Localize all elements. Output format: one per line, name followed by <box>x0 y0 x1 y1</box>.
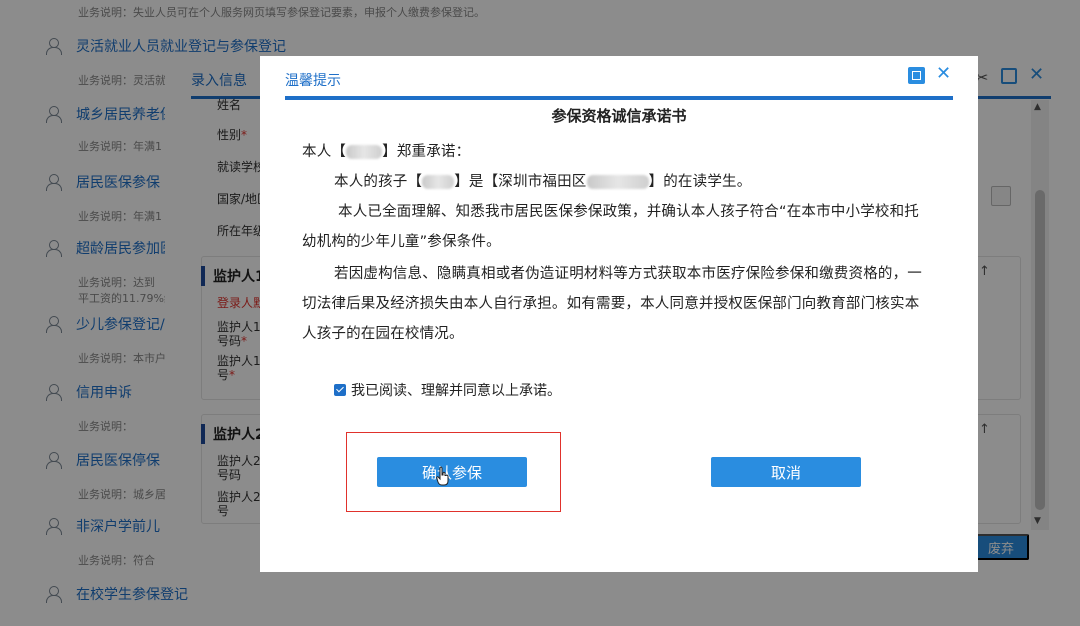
pledge-line: 人孩子的在园在校情况。 <box>302 326 464 342</box>
maximize-icon[interactable] <box>908 67 925 84</box>
agree-checkbox[interactable] <box>334 384 346 396</box>
notice-dialog: 温馨提示 ✕ 参保资格诚信承诺书 本人【 】郑重承诺： 本人的孩子【 】是【深圳市福… <box>260 56 978 572</box>
pledge-line: 本人【 】郑重承诺： <box>302 144 471 160</box>
agree-label: 我已阅读、理解并同意以上承诺。 <box>351 383 561 399</box>
pledge-line: 幼机构的少年儿童”参保条件。 <box>302 234 501 250</box>
redacted-school <box>586 175 649 189</box>
cancel-button[interactable]: 取消 <box>711 457 861 487</box>
close-icon[interactable]: ✕ <box>936 63 951 84</box>
title-divider <box>285 96 953 100</box>
confirm-enroll-button[interactable]: 确认参保 <box>377 457 527 487</box>
pledge-line: 本人已全面理解、知悉我市居民医保参保政策，并确认本人孩子符合“在本市中小学校和托 <box>338 204 920 220</box>
pledge-title: 参保资格诚信承诺书 <box>551 107 687 125</box>
pledge-line: 本人的孩子【 】是【深圳市福田区 】的在读学生。 <box>334 174 752 190</box>
hand-cursor-icon <box>436 466 449 486</box>
redacted-child-name <box>422 175 455 189</box>
redacted-name <box>346 145 383 159</box>
notice-dialog-title: 温馨提示 <box>285 73 341 89</box>
pledge-line: 若因虚构信息、隐瞒真相或者伪造证明材料等方式获取本市医疗保险参保和缴费资格的，一 <box>334 266 922 282</box>
pledge-line: 切法律后果及经济损失由本人自行承担。如有需要，本人同意并授权医保部门向教育部门核… <box>302 296 920 312</box>
agree-checkbox-row[interactable]: 我已阅读、理解并同意以上承诺。 <box>334 380 561 400</box>
